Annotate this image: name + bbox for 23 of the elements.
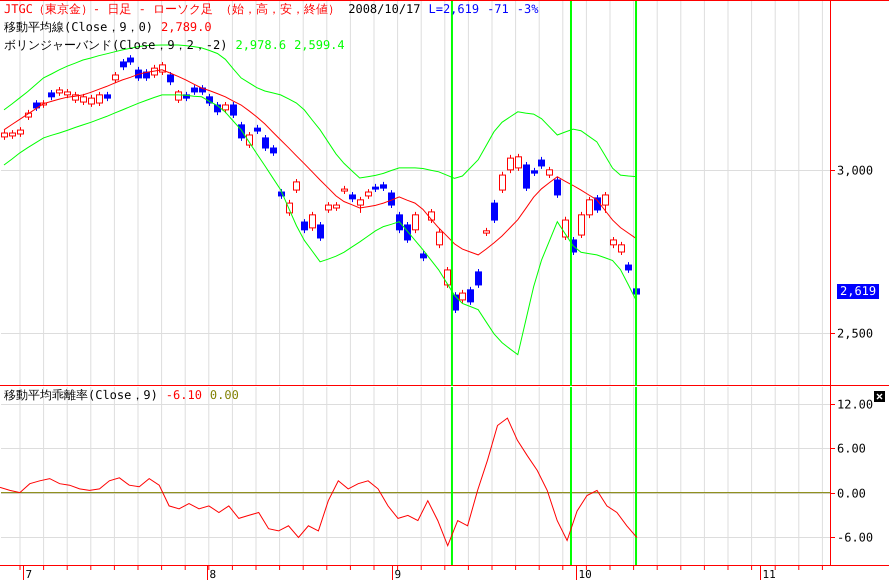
axis-label: 12.00 — [837, 398, 874, 412]
indicator-label: 移動平均乖離率(Close，9) — [4, 388, 158, 403]
last-price-tag: 2,619 — [837, 284, 880, 299]
axis-label: 11 — [762, 568, 776, 580]
axis-label: 7 — [26, 568, 32, 580]
indicator-value: -6.10 — [166, 388, 202, 403]
axis-label: 10 — [578, 568, 592, 580]
indicator-value: 0.00 — [210, 388, 239, 403]
change-percent-label: -3% — [516, 2, 538, 17]
axis-label: 0.00 — [837, 486, 866, 500]
axis-label: -6.00 — [837, 530, 874, 544]
change-label: -71 — [487, 2, 509, 17]
chart-title: JTGC（東京金）- 日足 - ローソク足 （始，高，安，終値） — [4, 2, 340, 17]
indicator-value: 2,599.4 — [294, 38, 345, 53]
indicator-label: 移動平均線(Close，9，0) — [4, 20, 154, 35]
indicator-value: 2,789.0 — [161, 20, 212, 35]
axis-label: 9 — [394, 568, 402, 580]
axis-label: 3,000 — [837, 164, 874, 178]
indicator-value: 2,978.6 — [235, 38, 286, 53]
axis-label: 6.00 — [837, 442, 866, 456]
date-label: 2008/10/17 — [348, 2, 420, 17]
axis-label: 8 — [210, 568, 216, 580]
axis-label: 2,500 — [837, 326, 874, 340]
